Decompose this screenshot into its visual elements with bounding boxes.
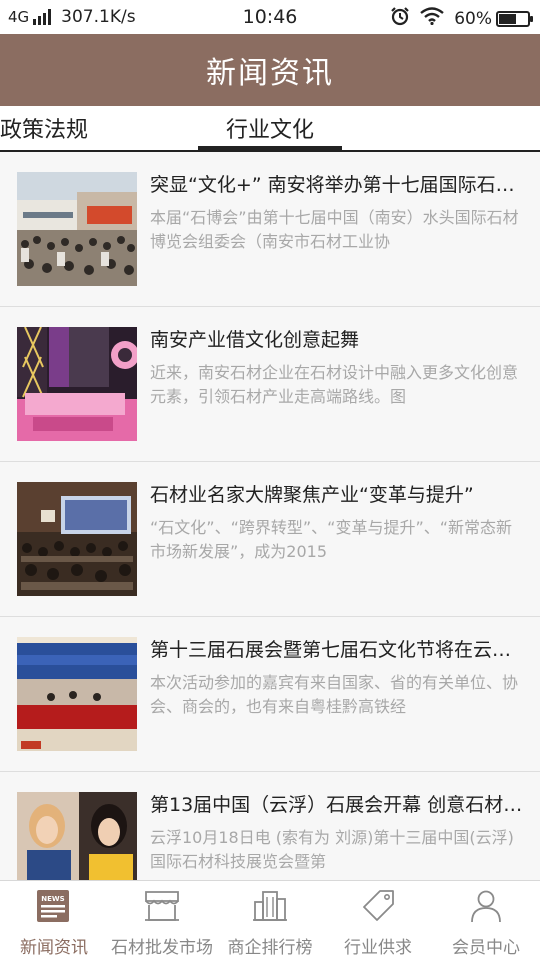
- news-list: 突显“文化+” 南安将举办第十七届国际石材博览会 本届“石博会”由第十七届中国（…: [0, 152, 540, 880]
- tab-culture[interactable]: 行业文化: [198, 112, 342, 144]
- news-item[interactable]: 南安产业借文化创意起舞 近来，南安石材企业在石材设计中融入更多文化创意元素，引领…: [0, 307, 540, 462]
- news-item[interactable]: 石材业名家大牌聚焦产业“变革与提升” “石文化”、“跨界转型”、“变革与提升”、…: [0, 462, 540, 617]
- news-title: 石材业名家大牌聚焦产业“变革与提升”: [150, 484, 474, 506]
- news-icon: NEWS: [0, 887, 108, 925]
- tab-policy[interactable]: 政策法规: [0, 112, 88, 144]
- market-icon: [108, 887, 216, 925]
- nav-label: 商企排行榜: [227, 938, 313, 958]
- svg-text:NEWS: NEWS: [41, 895, 64, 903]
- app-header: 新闻资讯: [0, 34, 540, 106]
- alarm-icon: [390, 6, 410, 31]
- building-icon: [216, 887, 324, 925]
- category-tabs: 政策法规 行业文化: [0, 106, 540, 152]
- wifi-icon: [420, 7, 444, 30]
- bottom-nav: NEWS 新闻资讯 石材批发市场 商企排行榜 行业供求 会员中心: [0, 880, 540, 960]
- nav-member[interactable]: 会员中心: [432, 881, 540, 960]
- nav-label: 石材批发市场: [111, 938, 213, 958]
- nav-label: 行业供求: [344, 938, 412, 958]
- status-bar: 4G 307.1K/s 10:46 60%: [0, 0, 540, 34]
- news-summary: 本届“石博会”由第十七届中国（南安）水头国际石材博览会组委会（南安市石材工业协: [150, 208, 519, 251]
- news-summary: 云浮10月18日电 (索有为 刘源)第十三届中国(云浮)国际石材科技展览会暨第: [150, 828, 514, 871]
- news-item[interactable]: 突显“文化+” 南安将举办第十七届国际石材博览会 本届“石博会”由第十七届中国（…: [0, 152, 540, 307]
- user-icon: [432, 887, 540, 925]
- news-thumbnail: [17, 637, 137, 751]
- news-thumbnail: [17, 172, 137, 286]
- nav-supply[interactable]: 行业供求: [324, 881, 432, 960]
- news-thumbnail: [17, 327, 137, 441]
- news-item[interactable]: 第十三届石展会暨第七届石文化节将在云浮举行 本次活动参加的嘉宾有来自国家、省的有…: [0, 617, 540, 772]
- nav-label: 新闻资讯: [20, 938, 88, 958]
- news-thumbnail: [17, 792, 137, 880]
- nav-ranking[interactable]: 商企排行榜: [216, 881, 324, 960]
- page-title: 新闻资讯: [206, 56, 334, 91]
- nav-news[interactable]: NEWS 新闻资讯: [0, 881, 108, 960]
- battery-icon: [496, 10, 533, 27]
- news-title: 突显“文化+” 南安将举办第十七届国际石材博览会: [150, 174, 528, 196]
- news-item[interactable]: 第13届中国（云浮）石展会开幕 创意石材受青睐 云浮10月18日电 (索有为 刘…: [0, 772, 540, 880]
- news-thumbnail: [17, 482, 137, 596]
- news-summary: 本次活动参加的嘉宾有来自国家、省的有关单位、协会、商会的，也有来自粤桂黔高铁经: [150, 673, 519, 716]
- news-summary: 近来，南安石材企业在石材设计中融入更多文化创意元素，引领石材产业走高端路线。图: [150, 363, 519, 406]
- nav-market[interactable]: 石材批发市场: [108, 881, 216, 960]
- news-title: 第13届中国（云浮）石展会开幕 创意石材受青睐: [150, 794, 528, 816]
- battery-percent: 60%: [454, 8, 492, 29]
- status-right: 60%: [380, 6, 533, 31]
- tag-icon: [324, 887, 432, 925]
- news-title: 第十三届石展会暨第七届石文化节将在云浮举行: [150, 639, 528, 661]
- news-summary: “石文化”、“跨界转型”、“变革与提升”、“新常态新市场新发展”，成为2015: [150, 518, 513, 561]
- active-tab-indicator: [198, 146, 342, 151]
- news-title: 南安产业借文化创意起舞: [150, 329, 360, 351]
- nav-label: 会员中心: [452, 938, 520, 958]
